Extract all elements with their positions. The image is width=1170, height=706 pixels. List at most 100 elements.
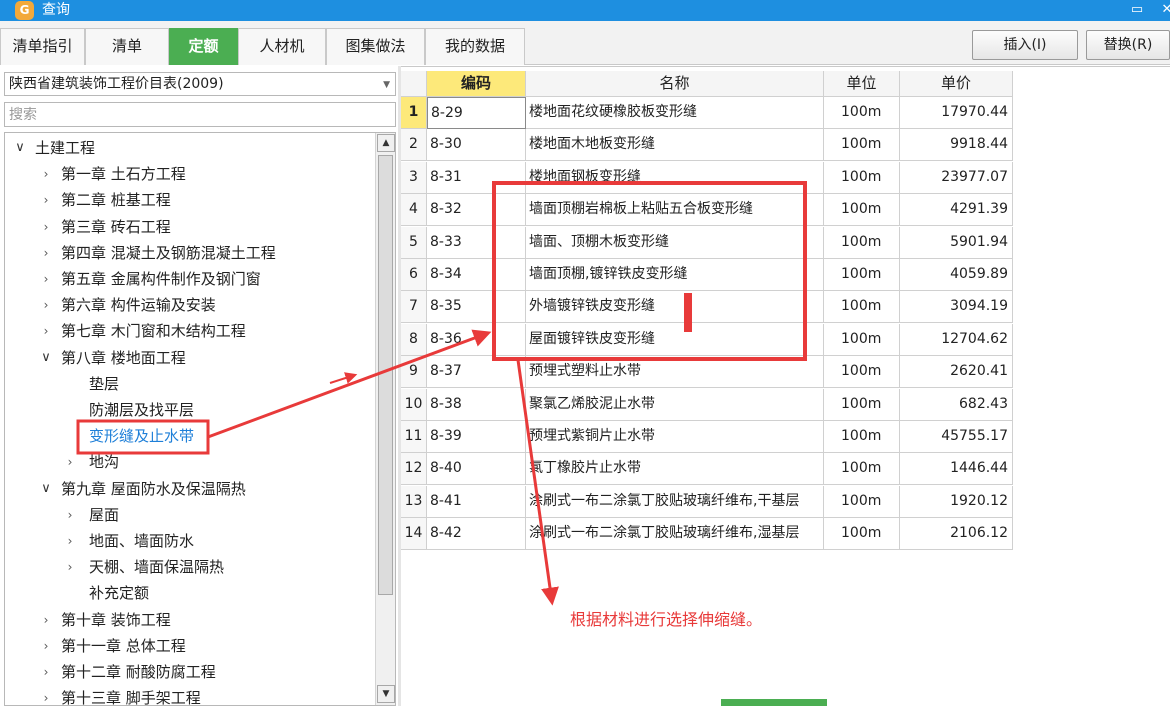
cell-name[interactable]: 涂刷式一布二涂氯丁胶贴玻璃纤维布,湿基层 (526, 518, 824, 551)
cell-unit[interactable]: 100m (824, 356, 900, 389)
cell-price[interactable]: 12704.62 (900, 323, 1013, 356)
cell-price[interactable]: 5901.94 (900, 226, 1013, 259)
chevron-down-icon[interactable]: ∨ (13, 136, 27, 160)
chevron-right-icon[interactable]: › (39, 634, 53, 658)
chevron-right-icon[interactable]: › (39, 215, 53, 239)
tab-quota[interactable]: 定额 (169, 28, 238, 65)
cell-code[interactable]: 8-39 (427, 421, 526, 453)
chevron-down-icon[interactable]: ∨ (39, 346, 53, 370)
tab-bill-guide[interactable]: 清单指引 (0, 28, 85, 65)
tab-bill[interactable]: 清单 (85, 28, 169, 65)
insert-button[interactable]: 插入(I) (972, 30, 1078, 60)
chevron-right-icon[interactable]: › (39, 319, 53, 343)
chevron-right-icon[interactable]: › (63, 450, 77, 474)
cell-price[interactable]: 4059.89 (900, 259, 1013, 291)
row-number[interactable]: 2 (401, 129, 427, 162)
row-number[interactable]: 12 (401, 453, 427, 486)
row-number[interactable]: 4 (401, 194, 427, 227)
cell-unit[interactable]: 100m (824, 388, 900, 421)
row-number[interactable]: 7 (401, 291, 427, 324)
chevron-right-icon[interactable]: › (63, 503, 77, 527)
cell-name[interactable]: 楼地面木地板变形缝 (526, 129, 824, 162)
chevron-right-icon[interactable]: › (39, 608, 53, 632)
cell-name[interactable]: 楼地面花纹硬橡胶板变形缝 (526, 97, 824, 129)
row-number[interactable]: 9 (401, 356, 427, 389)
cell-price[interactable]: 45755.17 (900, 421, 1013, 453)
scroll-up-icon[interactable]: ▲ (377, 134, 395, 152)
close-icon[interactable]: ✕ (1156, 0, 1170, 21)
header-name[interactable]: 名称 (526, 71, 824, 97)
cell-price[interactable]: 9918.44 (900, 129, 1013, 162)
cell-price[interactable]: 2620.41 (900, 356, 1013, 389)
cell-price[interactable]: 1446.44 (900, 453, 1013, 486)
cell-unit[interactable]: 100m (824, 97, 900, 129)
cell-unit[interactable]: 100m (824, 485, 900, 518)
cell-name[interactable]: 墙面顶棚岩棉板上粘贴五合板变形缝 (526, 194, 824, 227)
cell-code[interactable]: 8-37 (427, 356, 526, 389)
chevron-right-icon[interactable]: › (39, 241, 53, 265)
cell-name[interactable]: 楼地面钢板变形缝 (526, 161, 824, 194)
row-number[interactable]: 14 (401, 518, 427, 551)
tab-my-data[interactable]: 我的数据 (425, 28, 525, 65)
cell-code[interactable]: 8-29 (427, 97, 526, 129)
grid-scroll-indicator[interactable] (721, 699, 827, 706)
chevron-down-icon[interactable]: ▼ (383, 76, 390, 94)
chevron-right-icon[interactable]: › (63, 529, 77, 553)
cell-code[interactable]: 8-31 (427, 161, 526, 194)
row-number[interactable]: 8 (401, 323, 427, 356)
scroll-down-icon[interactable]: ▼ (377, 685, 395, 703)
chevron-right-icon[interactable]: › (39, 293, 53, 317)
cell-unit[interactable]: 100m (824, 421, 900, 453)
cell-unit[interactable]: 100m (824, 453, 900, 486)
row-number[interactable]: 11 (401, 421, 427, 453)
chevron-right-icon[interactable]: › (39, 267, 53, 291)
cell-price[interactable]: 1920.12 (900, 485, 1013, 518)
search-input[interactable] (4, 102, 396, 127)
cell-code[interactable]: 8-42 (427, 518, 526, 551)
cell-name[interactable]: 涂刷式一布二涂氯丁胶贴玻璃纤维布,干基层 (526, 485, 824, 518)
cell-price[interactable]: 2106.12 (900, 518, 1013, 551)
chevron-right-icon[interactable]: › (63, 555, 77, 579)
cell-price[interactable]: 17970.44 (900, 97, 1013, 129)
chevron-right-icon[interactable]: › (39, 660, 53, 684)
cell-unit[interactable]: 100m (824, 323, 900, 356)
cell-unit[interactable]: 100m (824, 259, 900, 291)
header-unit[interactable]: 单位 (824, 71, 900, 97)
cell-code[interactable]: 8-33 (427, 226, 526, 259)
cell-name[interactable]: 预埋式紫铜片止水带 (526, 421, 824, 453)
row-number[interactable]: 3 (401, 161, 427, 194)
cell-unit[interactable]: 100m (824, 161, 900, 194)
tree-scrollbar[interactable]: ▲ ▼ (375, 133, 395, 705)
row-number[interactable]: 6 (401, 259, 427, 291)
cell-code[interactable]: 8-40 (427, 453, 526, 486)
cell-code[interactable]: 8-30 (427, 129, 526, 162)
cell-unit[interactable]: 100m (824, 291, 900, 324)
row-number[interactable]: 1 (401, 97, 427, 129)
cell-price[interactable]: 23977.07 (900, 161, 1013, 194)
row-number[interactable]: 13 (401, 485, 427, 518)
cell-name[interactable]: 外墙镀锌铁皮变形缝 (526, 291, 824, 324)
cell-code[interactable]: 8-35 (427, 291, 526, 324)
cell-unit[interactable]: 100m (824, 129, 900, 162)
cell-unit[interactable]: 100m (824, 518, 900, 551)
chevron-right-icon[interactable]: › (39, 686, 53, 705)
cell-code[interactable]: 8-34 (427, 259, 526, 291)
cell-code[interactable]: 8-41 (427, 485, 526, 518)
chevron-down-icon[interactable]: ∨ (39, 477, 53, 501)
cell-price[interactable]: 3094.19 (900, 291, 1013, 324)
row-number[interactable]: 5 (401, 226, 427, 259)
cell-name[interactable]: 预埋式塑料止水带 (526, 356, 824, 389)
replace-button[interactable]: 替换(R) (1086, 30, 1170, 60)
row-number[interactable]: 10 (401, 388, 427, 421)
library-select[interactable]: 陕西省建筑装饰工程价目表(2009) ▼ (4, 72, 396, 96)
cell-name[interactable]: 屋面镀锌铁皮变形缝 (526, 323, 824, 356)
header-price[interactable]: 单价 (900, 71, 1013, 97)
cell-name[interactable]: 墙面顶棚,镀锌铁皮变形缝 (526, 259, 824, 291)
cell-code[interactable]: 8-38 (427, 388, 526, 421)
tab-labor-material[interactable]: 人材机 (238, 28, 326, 65)
cell-price[interactable]: 4291.39 (900, 194, 1013, 227)
cell-unit[interactable]: 100m (824, 226, 900, 259)
cell-name[interactable]: 聚氯乙烯胶泥止水带 (526, 388, 824, 421)
tab-atlas-method[interactable]: 图集做法 (326, 28, 425, 65)
chevron-right-icon[interactable]: › (39, 162, 53, 186)
